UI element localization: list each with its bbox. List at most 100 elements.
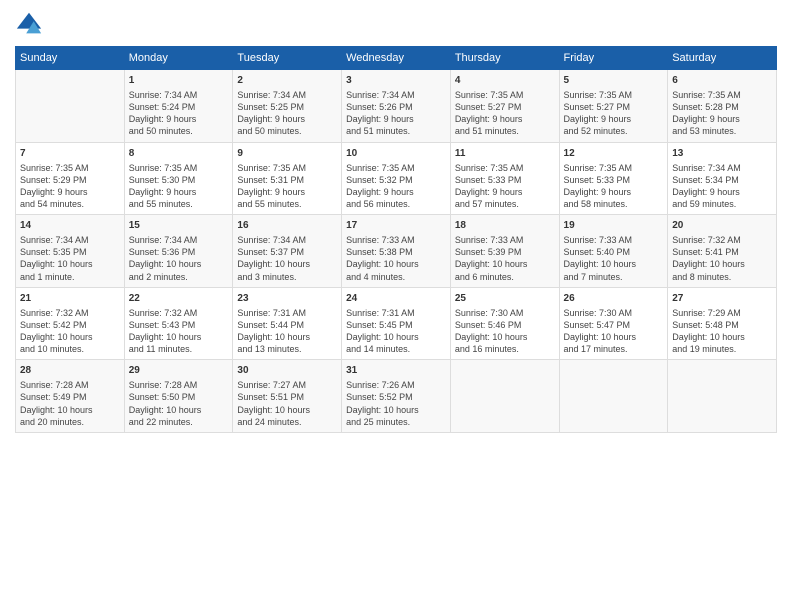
page: SundayMondayTuesdayWednesdayThursdayFrid…	[0, 0, 792, 612]
calendar-cell: 31Sunrise: 7:26 AM Sunset: 5:52 PM Dayli…	[342, 360, 451, 433]
calendar-cell: 2Sunrise: 7:34 AM Sunset: 5:25 PM Daylig…	[233, 70, 342, 143]
calendar-cell: 3Sunrise: 7:34 AM Sunset: 5:26 PM Daylig…	[342, 70, 451, 143]
cell-content: Sunrise: 7:27 AM Sunset: 5:51 PM Dayligh…	[237, 379, 337, 428]
day-number: 2	[237, 74, 337, 88]
day-number: 30	[237, 364, 337, 378]
day-number: 17	[346, 219, 446, 233]
calendar-cell: 13Sunrise: 7:34 AM Sunset: 5:34 PM Dayli…	[668, 142, 777, 215]
day-number: 13	[672, 147, 772, 161]
cell-content: Sunrise: 7:28 AM Sunset: 5:50 PM Dayligh…	[129, 379, 229, 428]
day-number: 15	[129, 219, 229, 233]
calendar-cell: 16Sunrise: 7:34 AM Sunset: 5:37 PM Dayli…	[233, 215, 342, 288]
cell-content: Sunrise: 7:30 AM Sunset: 5:47 PM Dayligh…	[564, 307, 664, 356]
calendar-cell: 25Sunrise: 7:30 AM Sunset: 5:46 PM Dayli…	[450, 287, 559, 360]
calendar-cell: 1Sunrise: 7:34 AM Sunset: 5:24 PM Daylig…	[124, 70, 233, 143]
calendar-cell: 18Sunrise: 7:33 AM Sunset: 5:39 PM Dayli…	[450, 215, 559, 288]
calendar-cell: 20Sunrise: 7:32 AM Sunset: 5:41 PM Dayli…	[668, 215, 777, 288]
calendar-cell: 19Sunrise: 7:33 AM Sunset: 5:40 PM Dayli…	[559, 215, 668, 288]
cell-content: Sunrise: 7:35 AM Sunset: 5:30 PM Dayligh…	[129, 162, 229, 211]
calendar-cell: 5Sunrise: 7:35 AM Sunset: 5:27 PM Daylig…	[559, 70, 668, 143]
calendar-cell	[16, 70, 125, 143]
cell-content: Sunrise: 7:30 AM Sunset: 5:46 PM Dayligh…	[455, 307, 555, 356]
cell-content: Sunrise: 7:34 AM Sunset: 5:24 PM Dayligh…	[129, 89, 229, 138]
day-number: 9	[237, 147, 337, 161]
day-number: 4	[455, 74, 555, 88]
calendar-cell: 30Sunrise: 7:27 AM Sunset: 5:51 PM Dayli…	[233, 360, 342, 433]
day-number: 3	[346, 74, 446, 88]
calendar-cell: 17Sunrise: 7:33 AM Sunset: 5:38 PM Dayli…	[342, 215, 451, 288]
cell-content: Sunrise: 7:35 AM Sunset: 5:31 PM Dayligh…	[237, 162, 337, 211]
cell-content: Sunrise: 7:31 AM Sunset: 5:44 PM Dayligh…	[237, 307, 337, 356]
calendar-cell: 4Sunrise: 7:35 AM Sunset: 5:27 PM Daylig…	[450, 70, 559, 143]
day-number: 24	[346, 292, 446, 306]
cell-content: Sunrise: 7:31 AM Sunset: 5:45 PM Dayligh…	[346, 307, 446, 356]
cell-content: Sunrise: 7:28 AM Sunset: 5:49 PM Dayligh…	[20, 379, 120, 428]
calendar-cell: 23Sunrise: 7:31 AM Sunset: 5:44 PM Dayli…	[233, 287, 342, 360]
header-cell-wednesday: Wednesday	[342, 47, 451, 70]
calendar-cell: 12Sunrise: 7:35 AM Sunset: 5:33 PM Dayli…	[559, 142, 668, 215]
week-row-0: 1Sunrise: 7:34 AM Sunset: 5:24 PM Daylig…	[16, 70, 777, 143]
header-cell-tuesday: Tuesday	[233, 47, 342, 70]
day-number: 20	[672, 219, 772, 233]
calendar-cell: 9Sunrise: 7:35 AM Sunset: 5:31 PM Daylig…	[233, 142, 342, 215]
cell-content: Sunrise: 7:34 AM Sunset: 5:35 PM Dayligh…	[20, 234, 120, 283]
cell-content: Sunrise: 7:34 AM Sunset: 5:37 PM Dayligh…	[237, 234, 337, 283]
calendar-cell: 27Sunrise: 7:29 AM Sunset: 5:48 PM Dayli…	[668, 287, 777, 360]
cell-content: Sunrise: 7:32 AM Sunset: 5:42 PM Dayligh…	[20, 307, 120, 356]
header-cell-sunday: Sunday	[16, 47, 125, 70]
cell-content: Sunrise: 7:35 AM Sunset: 5:29 PM Dayligh…	[20, 162, 120, 211]
day-number: 18	[455, 219, 555, 233]
week-row-4: 28Sunrise: 7:28 AM Sunset: 5:49 PM Dayli…	[16, 360, 777, 433]
calendar-cell: 28Sunrise: 7:28 AM Sunset: 5:49 PM Dayli…	[16, 360, 125, 433]
calendar-cell: 29Sunrise: 7:28 AM Sunset: 5:50 PM Dayli…	[124, 360, 233, 433]
logo-icon	[15, 10, 43, 38]
cell-content: Sunrise: 7:33 AM Sunset: 5:39 PM Dayligh…	[455, 234, 555, 283]
cell-content: Sunrise: 7:35 AM Sunset: 5:32 PM Dayligh…	[346, 162, 446, 211]
calendar-cell: 6Sunrise: 7:35 AM Sunset: 5:28 PM Daylig…	[668, 70, 777, 143]
cell-content: Sunrise: 7:34 AM Sunset: 5:26 PM Dayligh…	[346, 89, 446, 138]
calendar-cell	[450, 360, 559, 433]
cell-content: Sunrise: 7:33 AM Sunset: 5:38 PM Dayligh…	[346, 234, 446, 283]
day-number: 23	[237, 292, 337, 306]
calendar-cell: 8Sunrise: 7:35 AM Sunset: 5:30 PM Daylig…	[124, 142, 233, 215]
calendar-cell: 26Sunrise: 7:30 AM Sunset: 5:47 PM Dayli…	[559, 287, 668, 360]
day-number: 26	[564, 292, 664, 306]
calendar-cell: 10Sunrise: 7:35 AM Sunset: 5:32 PM Dayli…	[342, 142, 451, 215]
day-number: 1	[129, 74, 229, 88]
calendar-cell: 15Sunrise: 7:34 AM Sunset: 5:36 PM Dayli…	[124, 215, 233, 288]
cell-content: Sunrise: 7:34 AM Sunset: 5:25 PM Dayligh…	[237, 89, 337, 138]
day-number: 14	[20, 219, 120, 233]
header-cell-friday: Friday	[559, 47, 668, 70]
day-number: 5	[564, 74, 664, 88]
calendar-cell: 7Sunrise: 7:35 AM Sunset: 5:29 PM Daylig…	[16, 142, 125, 215]
calendar-cell: 24Sunrise: 7:31 AM Sunset: 5:45 PM Dayli…	[342, 287, 451, 360]
calendar-cell: 21Sunrise: 7:32 AM Sunset: 5:42 PM Dayli…	[16, 287, 125, 360]
day-number: 6	[672, 74, 772, 88]
cell-content: Sunrise: 7:34 AM Sunset: 5:36 PM Dayligh…	[129, 234, 229, 283]
day-number: 19	[564, 219, 664, 233]
cell-content: Sunrise: 7:34 AM Sunset: 5:34 PM Dayligh…	[672, 162, 772, 211]
day-number: 8	[129, 147, 229, 161]
header-cell-monday: Monday	[124, 47, 233, 70]
logo	[15, 10, 47, 38]
header-row: SundayMondayTuesdayWednesdayThursdayFrid…	[16, 47, 777, 70]
day-number: 12	[564, 147, 664, 161]
day-number: 11	[455, 147, 555, 161]
day-number: 28	[20, 364, 120, 378]
calendar-cell: 14Sunrise: 7:34 AM Sunset: 5:35 PM Dayli…	[16, 215, 125, 288]
day-number: 10	[346, 147, 446, 161]
cell-content: Sunrise: 7:35 AM Sunset: 5:33 PM Dayligh…	[455, 162, 555, 211]
cell-content: Sunrise: 7:35 AM Sunset: 5:28 PM Dayligh…	[672, 89, 772, 138]
week-row-2: 14Sunrise: 7:34 AM Sunset: 5:35 PM Dayli…	[16, 215, 777, 288]
calendar-cell	[668, 360, 777, 433]
calendar-cell: 22Sunrise: 7:32 AM Sunset: 5:43 PM Dayli…	[124, 287, 233, 360]
cell-content: Sunrise: 7:33 AM Sunset: 5:40 PM Dayligh…	[564, 234, 664, 283]
cell-content: Sunrise: 7:35 AM Sunset: 5:27 PM Dayligh…	[564, 89, 664, 138]
calendar-cell	[559, 360, 668, 433]
cell-content: Sunrise: 7:35 AM Sunset: 5:27 PM Dayligh…	[455, 89, 555, 138]
day-number: 31	[346, 364, 446, 378]
header-cell-thursday: Thursday	[450, 47, 559, 70]
cell-content: Sunrise: 7:32 AM Sunset: 5:41 PM Dayligh…	[672, 234, 772, 283]
day-number: 16	[237, 219, 337, 233]
week-row-3: 21Sunrise: 7:32 AM Sunset: 5:42 PM Dayli…	[16, 287, 777, 360]
